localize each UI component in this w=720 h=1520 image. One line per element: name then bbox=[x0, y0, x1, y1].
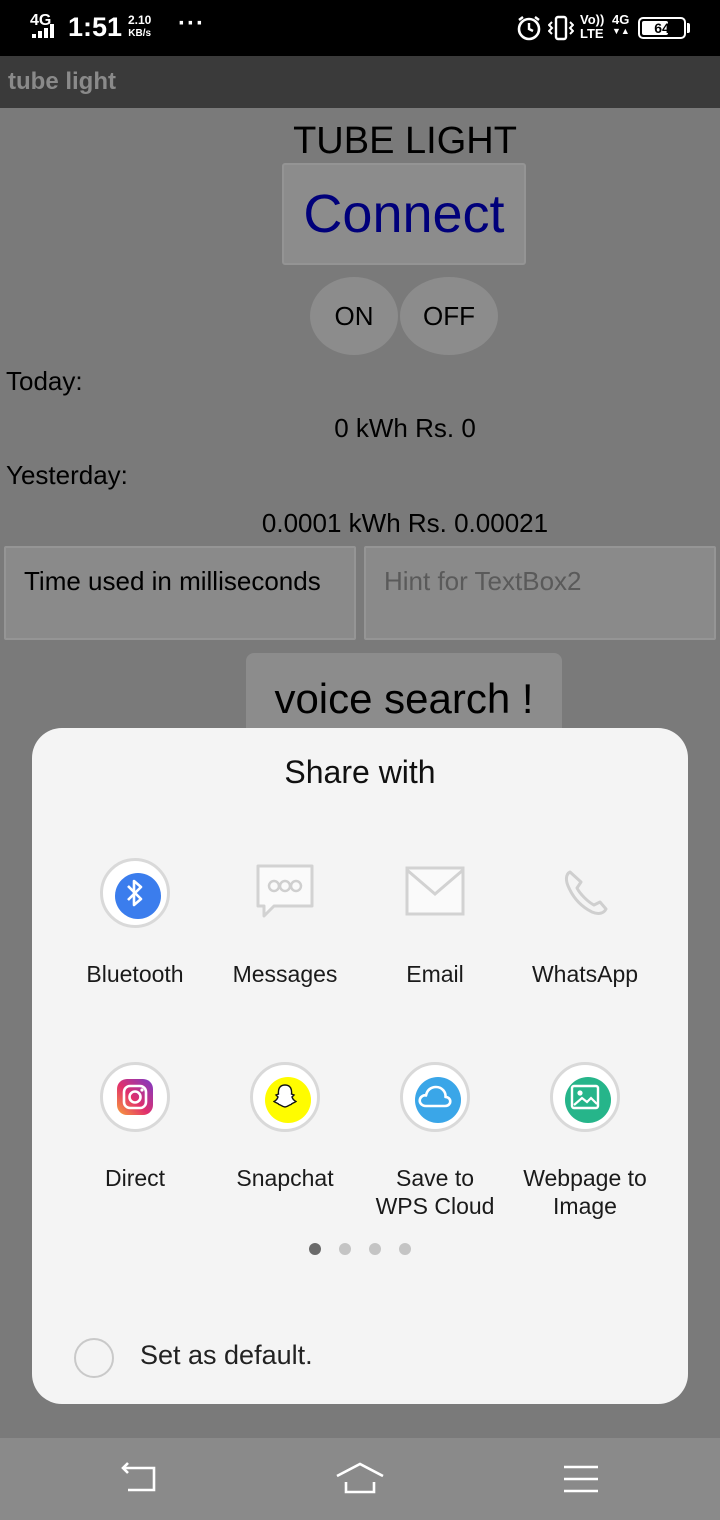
alarm-icon bbox=[517, 16, 541, 41]
page-dot bbox=[399, 1243, 411, 1255]
share-option-snapchat[interactable]: Snapchat bbox=[210, 1062, 360, 1222]
messages-icon bbox=[250, 858, 320, 928]
page-dot bbox=[309, 1243, 321, 1255]
connect-button[interactable]: Connect bbox=[282, 163, 526, 265]
whatsapp-phone-icon bbox=[550, 858, 620, 928]
battery-level: 64 bbox=[654, 20, 670, 36]
page-dot bbox=[369, 1243, 381, 1255]
menu-icon[interactable] bbox=[560, 1460, 604, 1498]
vibrate-icon bbox=[548, 15, 574, 41]
network-speed-value: 2.10 bbox=[128, 13, 152, 27]
data-arrows-icon: ▼▲ bbox=[612, 26, 630, 36]
email-icon bbox=[400, 858, 470, 928]
today-value: 0 kWh Rs. 0 bbox=[334, 413, 476, 443]
navigation-bar bbox=[0, 1438, 720, 1520]
share-option-label: Email bbox=[406, 961, 464, 987]
yesterday-value: 0.0001 kWh Rs. 0.00021 bbox=[261, 508, 549, 538]
signal-icon bbox=[32, 24, 54, 38]
battery-icon: 64 bbox=[638, 17, 686, 39]
share-option-wps-cloud[interactable]: Save to WPS Cloud bbox=[360, 1062, 510, 1222]
volte-indicator: Vo)) LTE bbox=[580, 13, 604, 41]
app-title: tube light bbox=[8, 68, 116, 95]
yesterday-label: Yesterday: bbox=[6, 460, 128, 490]
share-option-label: WhatsApp bbox=[531, 961, 639, 987]
share-option-webpage-to-image[interactable]: Webpage to Image bbox=[510, 1062, 660, 1222]
network-speed-unit: KB/s bbox=[128, 28, 152, 39]
share-option-email[interactable]: Email bbox=[360, 858, 510, 998]
instagram-icon bbox=[100, 1062, 170, 1132]
share-sheet: Share with Bluetooth Messages Email What… bbox=[32, 728, 688, 1404]
image-icon bbox=[550, 1062, 620, 1132]
set-default-radio[interactable] bbox=[74, 1338, 114, 1378]
page-indicator bbox=[32, 1242, 688, 1256]
network-type-2-label: 4G bbox=[612, 12, 630, 27]
bluetooth-icon bbox=[100, 858, 170, 928]
snapchat-icon bbox=[250, 1062, 320, 1132]
battery-tip bbox=[687, 23, 690, 33]
volte-bottom: LTE bbox=[580, 26, 604, 41]
app-bar: tube light bbox=[0, 56, 720, 108]
share-option-bluetooth[interactable]: Bluetooth bbox=[60, 858, 210, 998]
status-bar: 4G 1:51 2.10 KB/s ··· Vo)) LTE 4G ▼▲ 64 bbox=[0, 0, 720, 56]
network-speed: 2.10 KB/s bbox=[128, 14, 151, 40]
page-heading: TUBE LIGHT bbox=[293, 120, 517, 162]
home-icon[interactable] bbox=[334, 1460, 386, 1498]
back-icon[interactable] bbox=[116, 1460, 160, 1498]
share-option-label: Save to WPS Cloud bbox=[375, 1165, 495, 1219]
share-option-label: Webpage to Image bbox=[523, 1165, 647, 1219]
volte-top: Vo)) bbox=[580, 12, 605, 27]
set-default-label: Set as default. bbox=[140, 1340, 313, 1370]
cloud-icon bbox=[400, 1062, 470, 1132]
share-option-label: Snapchat bbox=[236, 1165, 334, 1191]
more-notifications-icon: ··· bbox=[178, 10, 205, 37]
off-button[interactable]: OFF bbox=[400, 277, 498, 355]
share-option-direct[interactable]: Direct bbox=[60, 1062, 210, 1222]
share-option-messages[interactable]: Messages bbox=[210, 858, 360, 998]
share-option-label: Direct bbox=[104, 1165, 166, 1191]
on-button[interactable]: ON bbox=[310, 277, 398, 355]
network-type-2: 4G ▼▲ bbox=[612, 13, 630, 36]
today-label: Today: bbox=[6, 366, 83, 396]
share-sheet-title: Share with bbox=[284, 754, 436, 790]
textbox2[interactable]: Hint for TextBox2 bbox=[364, 546, 716, 640]
time-used-textbox[interactable]: Time used in milliseconds bbox=[4, 546, 356, 640]
share-option-label: Bluetooth bbox=[86, 961, 184, 987]
share-option-label: Messages bbox=[232, 961, 338, 987]
share-option-whatsapp[interactable]: WhatsApp bbox=[510, 858, 660, 998]
clock: 1:51 bbox=[68, 12, 123, 42]
page-dot bbox=[339, 1243, 351, 1255]
